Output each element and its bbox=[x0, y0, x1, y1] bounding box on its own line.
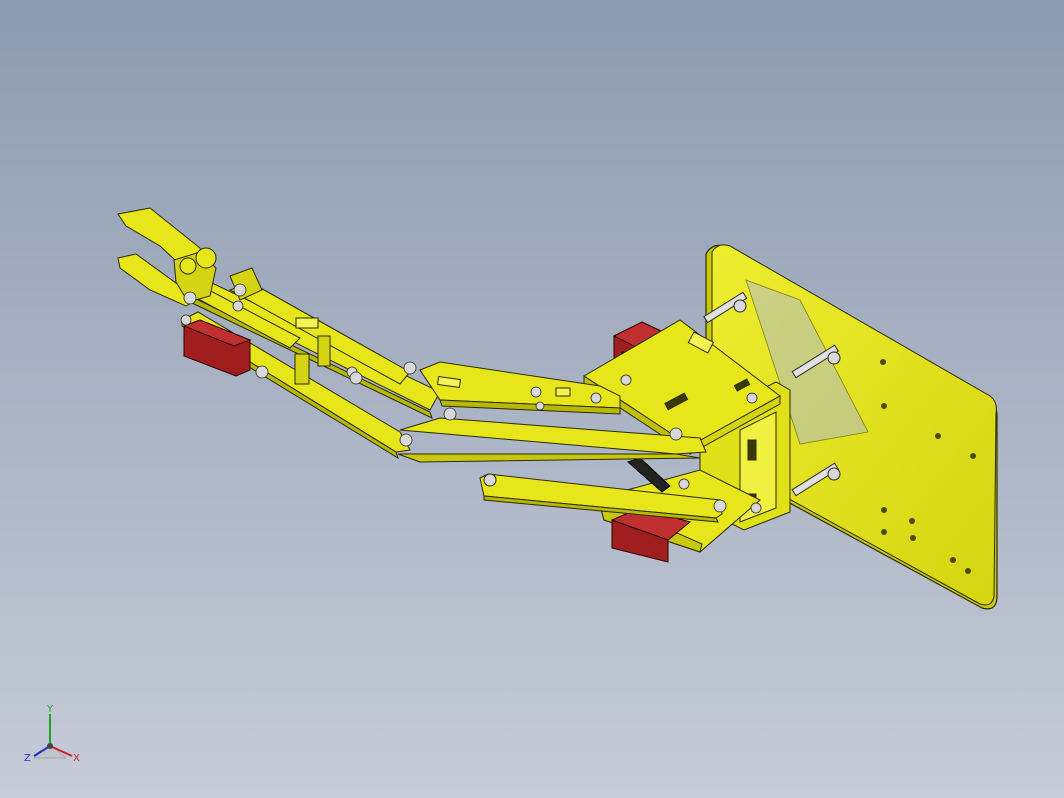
robot-arm-model[interactable] bbox=[0, 0, 1064, 798]
triad-origin-icon bbox=[47, 743, 53, 749]
forearm-link bbox=[419, 361, 621, 415]
graphics-viewport[interactable]: Y X Z bbox=[0, 0, 1064, 798]
y-axis-label: Y bbox=[46, 704, 54, 715]
z-axis-label: Z bbox=[24, 753, 31, 764]
wrist-servo bbox=[182, 319, 252, 377]
x-axis-label: X bbox=[73, 753, 80, 764]
orientation-triad: Y X Z bbox=[24, 704, 80, 764]
